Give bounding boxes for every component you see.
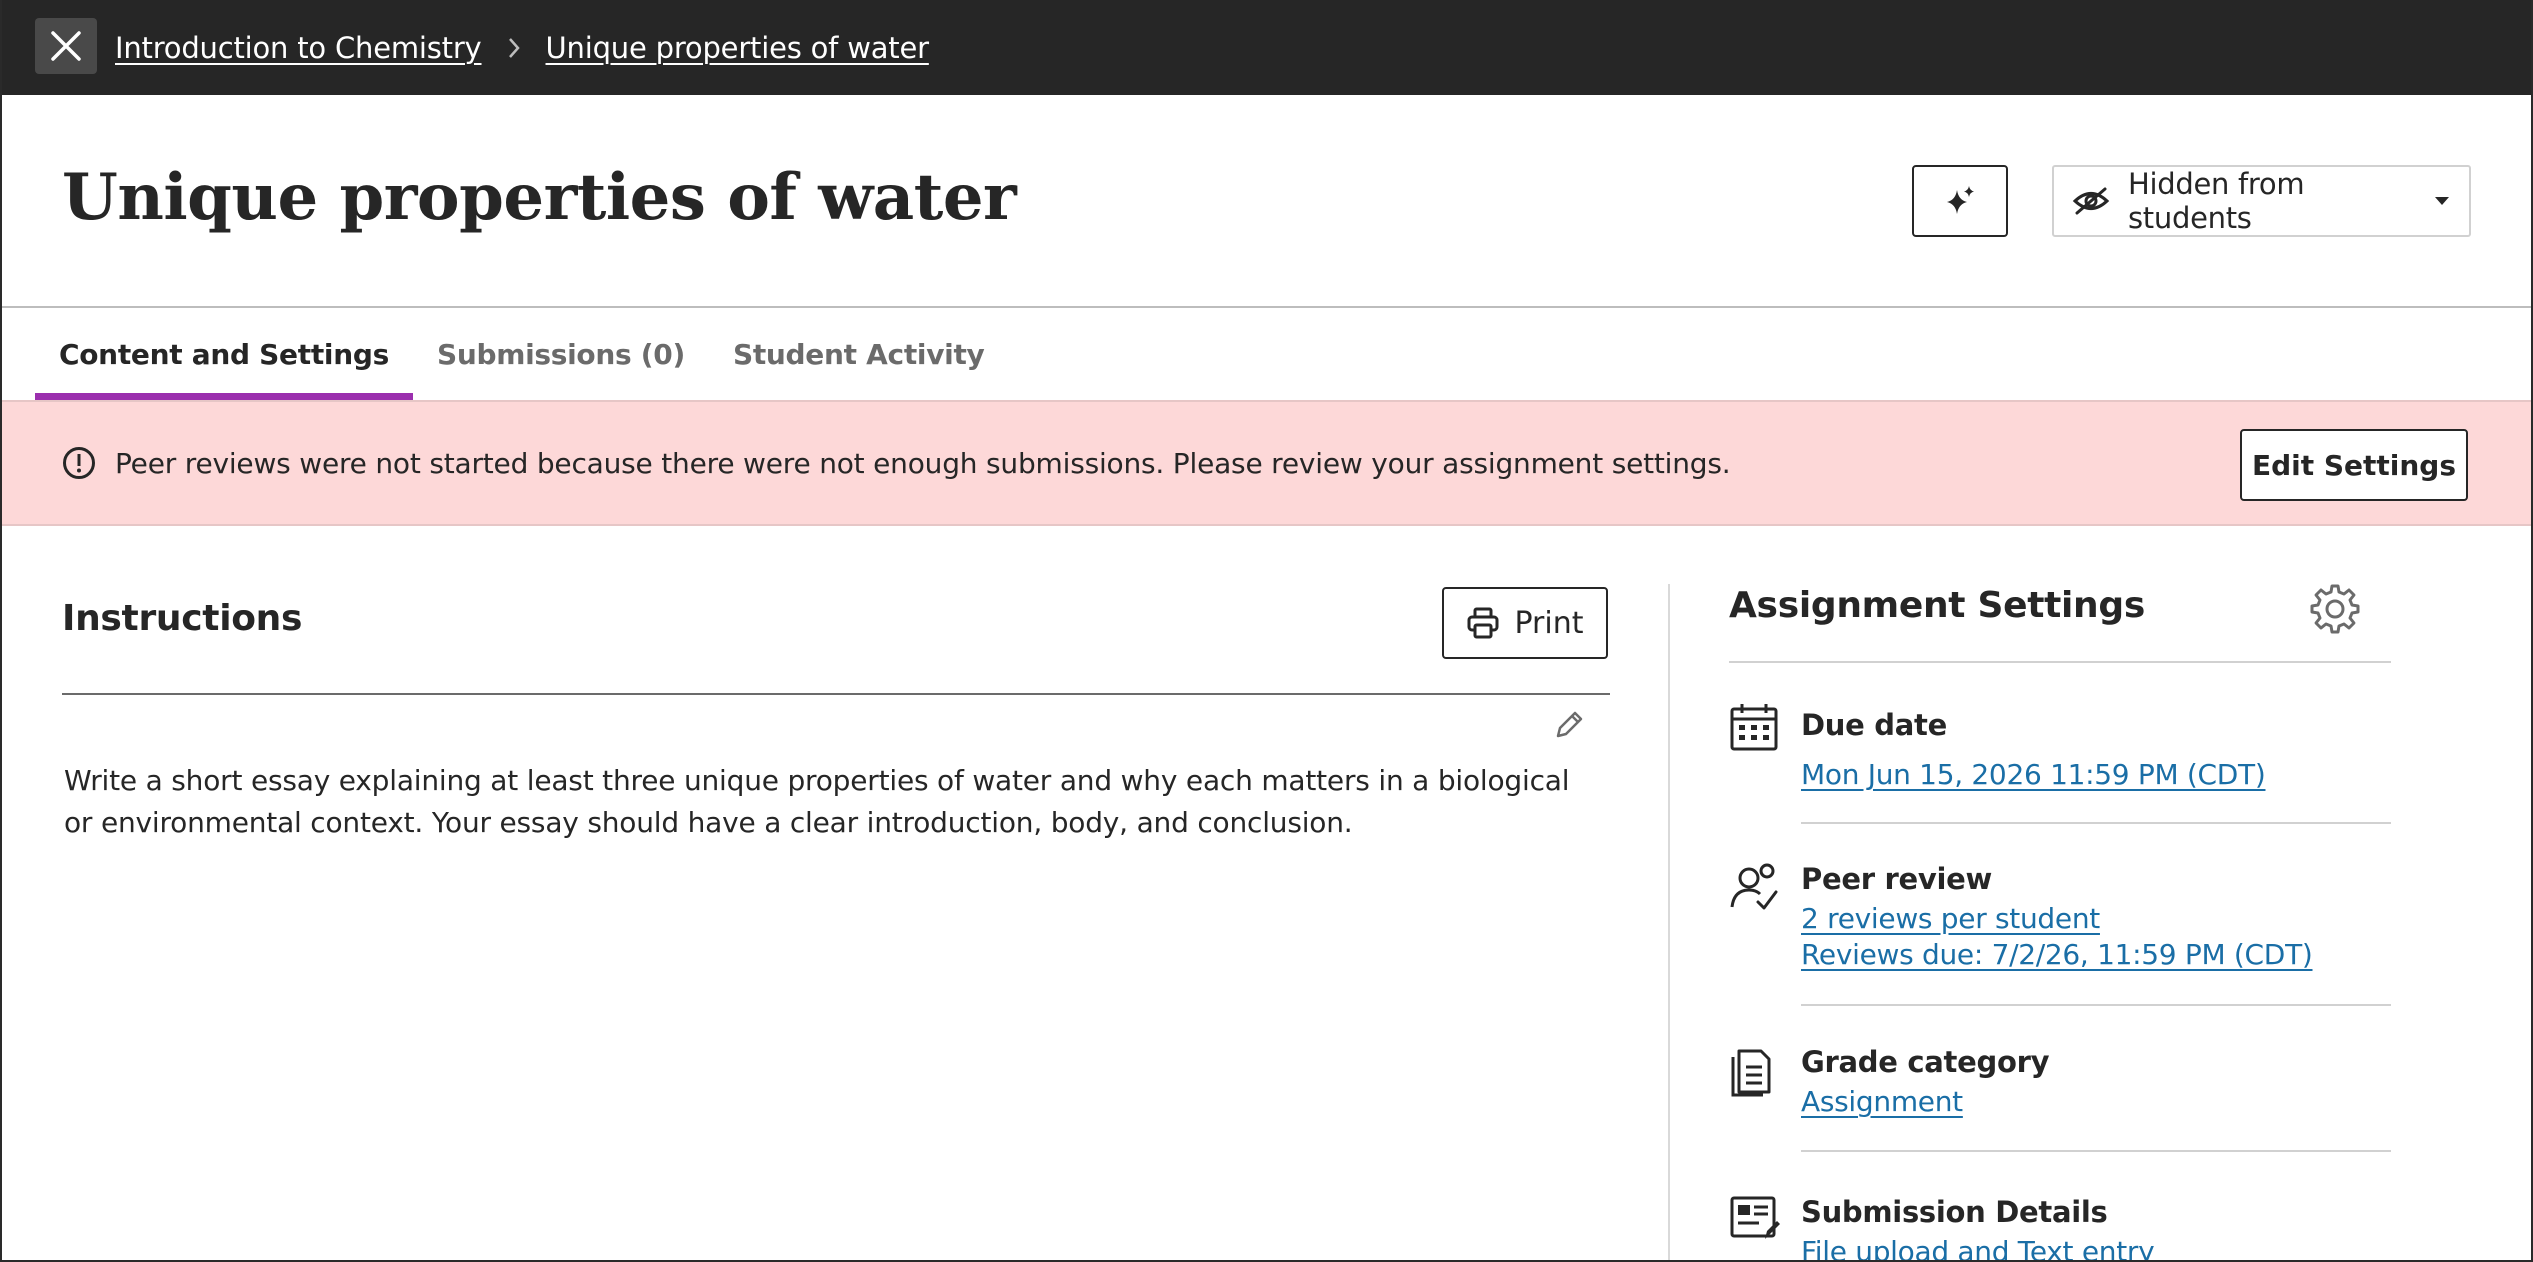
chevron-right-icon (482, 36, 546, 60)
instructions-divider (62, 693, 1610, 695)
breadcrumb-course-link[interactable]: Introduction to Chemistry (115, 31, 482, 65)
peer-review-alert: Peer reviews were not started because th… (2, 400, 2531, 526)
settings-gear-button[interactable] (2308, 582, 2362, 640)
due-date-setting: Due date Mon Jun 15, 2026 11:59 PM (CDT) (1729, 702, 2391, 802)
alert-circle-icon (63, 447, 95, 479)
reviews-per-student-link[interactable]: 2 reviews per student (1801, 902, 2100, 935)
assignment-page: Introduction to Chemistry Unique propert… (0, 0, 2533, 1262)
grade-category-label: Grade category (1801, 1045, 2050, 1079)
tab-student-activity[interactable]: Student Activity (709, 308, 1009, 400)
close-icon (51, 31, 81, 61)
pencil-icon (1556, 711, 1583, 738)
grade-category-link[interactable]: Assignment (1801, 1085, 1963, 1118)
grade-category-setting: Grade category Assignment (1729, 1045, 2391, 1145)
visibility-dropdown[interactable]: Hidden from students (2052, 165, 2471, 237)
printer-icon (1467, 607, 1499, 639)
eye-off-icon (2072, 187, 2110, 215)
edit-settings-button[interactable]: Edit Settings (2240, 429, 2468, 501)
due-date-divider (1801, 822, 2391, 824)
alert-message: Peer reviews were not started because th… (115, 446, 1731, 480)
breadcrumb: Introduction to Chemistry Unique propert… (115, 0, 929, 95)
print-button[interactable]: Print (1442, 587, 1608, 659)
page-title: Unique properties of water (62, 160, 1017, 235)
ai-assist-button[interactable] (1912, 165, 2008, 237)
instructions-heading: Instructions (62, 598, 303, 639)
peer-review-icon (1730, 863, 1778, 910)
print-label: Print (1514, 605, 1584, 641)
visibility-label: Hidden from students (2128, 167, 2305, 235)
breadcrumb-assignment-link[interactable]: Unique properties of water (546, 31, 930, 65)
tab-content-and-settings[interactable]: Content and Settings (35, 308, 413, 400)
grade-category-divider (1801, 1150, 2391, 1152)
submission-details-link[interactable]: File upload and Text entry (1801, 1235, 2155, 1260)
peer-review-divider (1801, 1004, 2391, 1006)
instructions-text: Write a short essay explaining at least … (64, 764, 1570, 839)
assignment-settings-heading: Assignment Settings (1729, 585, 2145, 626)
calendar-icon (1730, 704, 1778, 751)
caret-down-icon (2435, 197, 2449, 205)
tab-submissions[interactable]: Submissions (0) (413, 308, 709, 400)
due-date-link[interactable]: Mon Jun 15, 2026 11:59 PM (CDT) (1801, 758, 2266, 791)
peer-review-setting: Peer review 2 reviews per student Review… (1729, 862, 2391, 982)
edit-instructions-button[interactable] (1552, 708, 1586, 746)
settings-divider (1729, 661, 2391, 663)
reviews-due-link[interactable]: Reviews due: 7/2/26, 11:59 PM (CDT) (1801, 938, 2313, 971)
submission-form-icon (1730, 1196, 1780, 1239)
document-icon (1731, 1049, 1771, 1097)
peer-review-label: Peer review (1801, 862, 1992, 896)
due-date-label: Due date (1801, 708, 1947, 742)
sparkle-icon (1947, 186, 1974, 214)
submission-details-label: Submission Details (1801, 1195, 2108, 1229)
tab-bar: Content and Settings Submissions (0) Stu… (35, 308, 1009, 400)
close-button[interactable] (35, 18, 97, 74)
gear-icon (2310, 584, 2360, 634)
top-bar: Introduction to Chemistry Unique propert… (2, 0, 2531, 95)
column-divider (1668, 584, 1670, 1260)
submission-details-setting: Submission Details File upload and Text … (1729, 1195, 2391, 1260)
